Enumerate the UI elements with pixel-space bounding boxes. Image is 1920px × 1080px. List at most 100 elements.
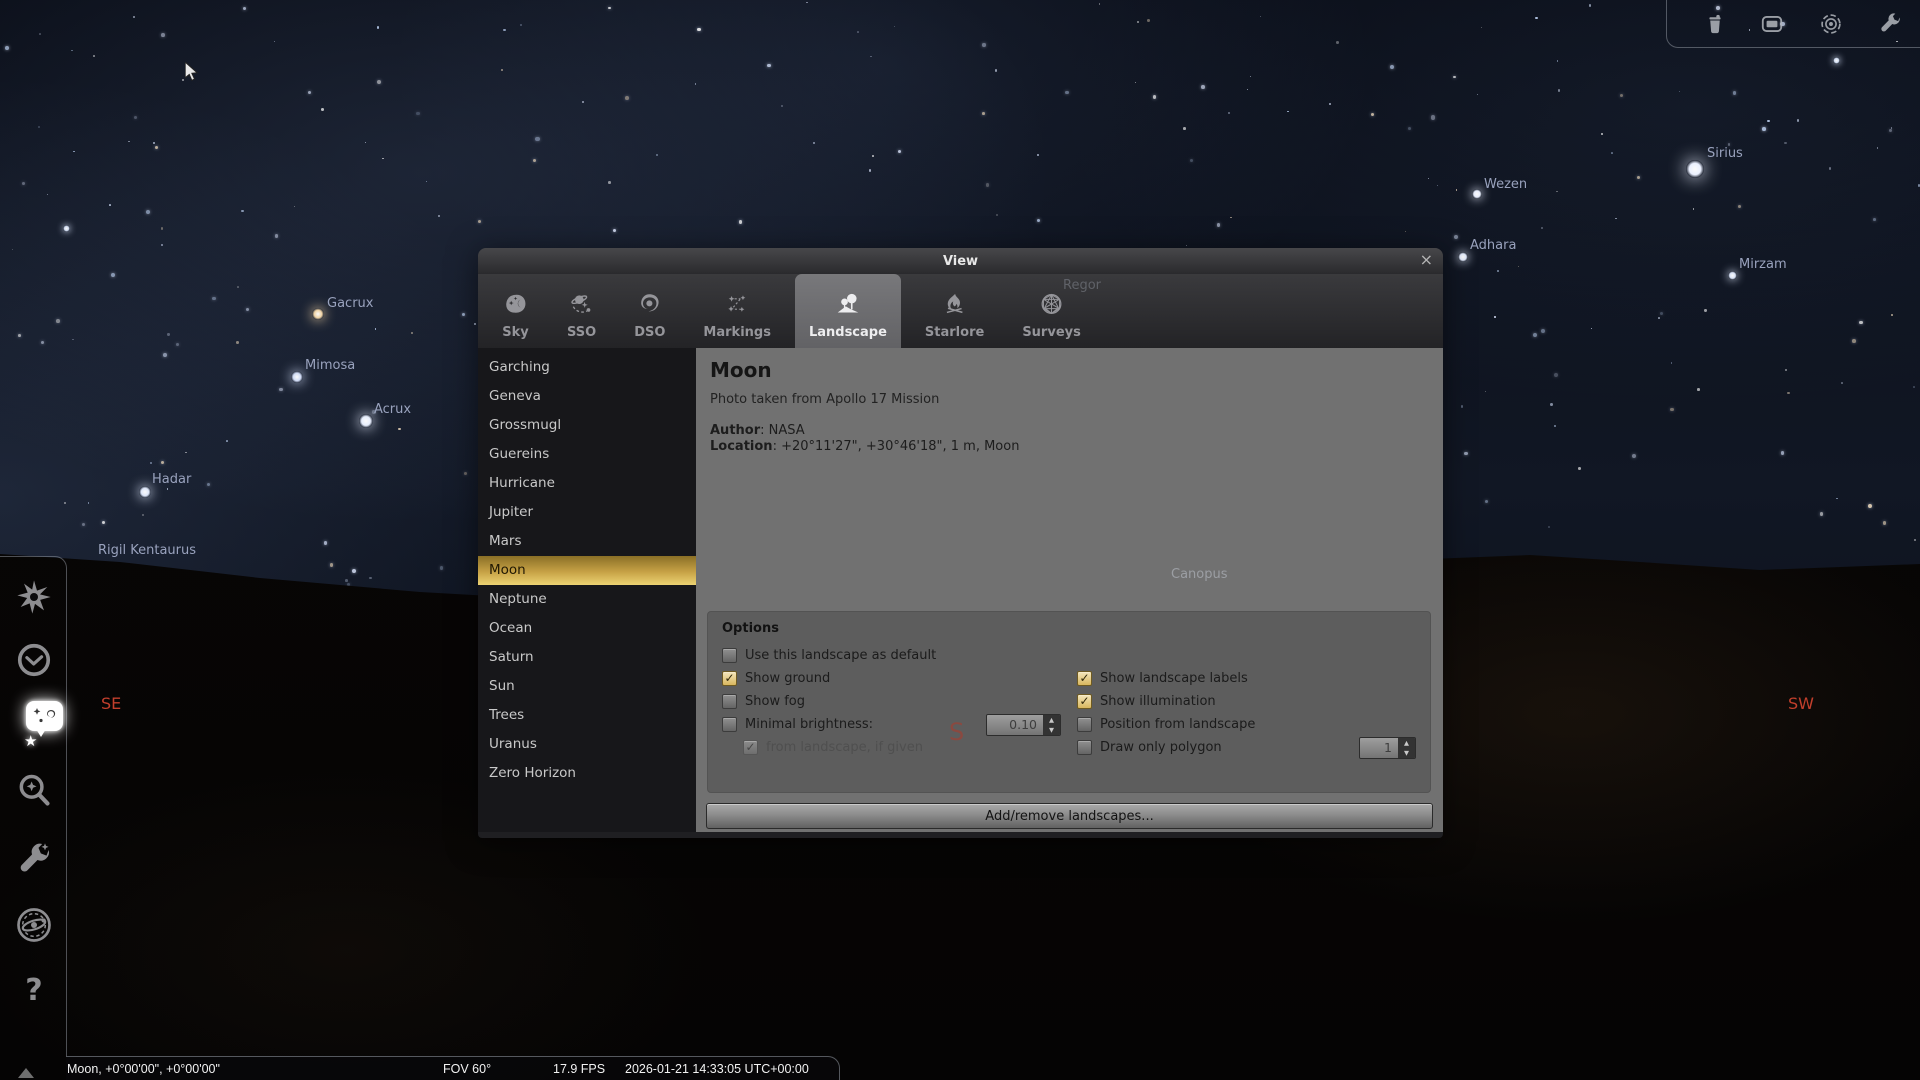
star-label-mimosa: Mimosa bbox=[305, 358, 355, 373]
spin-up-arrow[interactable]: ▲ bbox=[1043, 715, 1060, 725]
options-groupbox: Options Use this landscape as default✓Sh… bbox=[707, 611, 1431, 793]
checkbox-from-landscape-if-given: ✓ bbox=[743, 740, 758, 755]
option-row-draw-only-polygon: Draw only polygon 1▲▼ bbox=[1077, 736, 1416, 759]
checkbox-label-minimal-brightness[interactable]: Minimal brightness: bbox=[745, 717, 873, 732]
landscape-author: Author: NASA bbox=[710, 423, 1429, 439]
landscape-item-hurricane[interactable]: Hurricane bbox=[478, 469, 696, 498]
option-row-from-landscape-if-given: ✓ from landscape, if given bbox=[722, 736, 1061, 759]
dialog-title: View bbox=[943, 254, 978, 269]
spin-up-arrow[interactable]: ▲ bbox=[1398, 738, 1415, 748]
dso-icon bbox=[636, 287, 663, 321]
star-label-wezen: Wezen bbox=[1484, 177, 1527, 192]
checkbox-show-ground[interactable]: ✓ bbox=[722, 671, 737, 686]
landscape-item-garching[interactable]: Garching bbox=[478, 353, 696, 382]
landscape-item-geneva[interactable]: Geneva bbox=[478, 382, 696, 411]
starlore-icon bbox=[941, 287, 968, 321]
option-row-position-from-landscape: Position from landscape bbox=[1077, 713, 1416, 736]
bright-star bbox=[1458, 252, 1468, 262]
checkbox-label-position-from-landscape[interactable]: Position from landscape bbox=[1100, 717, 1255, 732]
screen-icon[interactable] bbox=[1755, 7, 1789, 41]
checkbox-position-from-landscape[interactable] bbox=[1077, 717, 1092, 732]
checkbox-use-this-landscape-as-default[interactable] bbox=[722, 648, 737, 663]
spin-value[interactable]: 0.10 bbox=[987, 715, 1043, 735]
markings-icon bbox=[723, 287, 751, 321]
star-label-acrux: Acrux bbox=[374, 402, 411, 417]
tab-landscape[interactable]: Landscape bbox=[795, 274, 901, 348]
astronomical-calculations-icon[interactable] bbox=[12, 903, 56, 947]
spin-value[interactable]: 1 bbox=[1360, 738, 1398, 758]
landscape-item-moon[interactable]: Moon bbox=[478, 556, 696, 585]
target-icon[interactable] bbox=[1814, 7, 1848, 41]
surveys-icon bbox=[1038, 287, 1065, 321]
landscape-item-zero-horizon[interactable]: Zero Horizon bbox=[478, 759, 696, 788]
landscape-item-neptune[interactable]: Neptune bbox=[478, 585, 696, 614]
checkbox-label-use-this-landscape-as-default[interactable]: Use this landscape as default bbox=[745, 648, 936, 663]
datetime-window-icon[interactable] bbox=[12, 638, 56, 682]
spinbox-minimal-brightness[interactable]: 0.10▲▼ bbox=[986, 714, 1061, 736]
tab-dso[interactable]: DSO bbox=[620, 274, 679, 348]
configuration-window-icon[interactable] bbox=[12, 838, 56, 882]
location-window-icon[interactable] bbox=[12, 575, 56, 619]
tab-sso[interactable]: SSO bbox=[553, 274, 610, 348]
landscape-title: Moon bbox=[710, 358, 1429, 382]
cardinal-label-sw: SW bbox=[1788, 694, 1814, 713]
view-window-icon[interactable]: ★ bbox=[26, 701, 63, 731]
landscape-item-trees[interactable]: Trees bbox=[478, 701, 696, 730]
help-window-icon[interactable]: ? bbox=[12, 968, 56, 1012]
checkbox-label-draw-only-polygon[interactable]: Draw only polygon bbox=[1100, 740, 1222, 755]
options-column-right: ✓ Show landscape labels ✓ Show illumination… bbox=[1077, 644, 1416, 759]
checkbox-minimal-brightness[interactable] bbox=[722, 717, 737, 732]
bright-star bbox=[359, 414, 373, 428]
spinbox-draw-only-polygon[interactable]: 1▲▼ bbox=[1359, 737, 1416, 759]
sso-icon bbox=[568, 287, 596, 321]
landscape-item-mars[interactable]: Mars bbox=[478, 527, 696, 556]
tab-starlore[interactable]: Starlore bbox=[911, 274, 998, 348]
option-row-use-this-landscape-as-default: Use this landscape as default bbox=[722, 644, 1061, 667]
landscape-item-ocean[interactable]: Ocean bbox=[478, 614, 696, 643]
toolbar-collapse-handle[interactable] bbox=[18, 1068, 34, 1078]
landscape-item-guereins[interactable]: Guereins bbox=[478, 440, 696, 469]
datetime-indicator: 2026-01-21 14:33:05 UTC+00:00 bbox=[625, 1062, 809, 1076]
checkbox-draw-only-polygon[interactable] bbox=[1077, 740, 1092, 755]
landscape-content: Moon Photo taken from Apollo 17 Mission … bbox=[696, 348, 1443, 832]
add-remove-landscapes-button[interactable]: Add/remove landscapes... bbox=[706, 803, 1433, 829]
star-label-mirzam: Mirzam bbox=[1739, 257, 1787, 272]
spin-down-arrow[interactable]: ▼ bbox=[1398, 748, 1415, 758]
checkbox-label-from-landscape-if-given: from landscape, if given bbox=[766, 740, 923, 755]
landscape-item-sun[interactable]: Sun bbox=[478, 672, 696, 701]
tab-sky[interactable]: Sky bbox=[488, 274, 543, 348]
landscape-item-jupiter[interactable]: Jupiter bbox=[478, 498, 696, 527]
landscape-item-uranus[interactable]: Uranus bbox=[478, 730, 696, 759]
fps-indicator: 17.9 FPS bbox=[553, 1062, 605, 1076]
landscape-item-grossmugl[interactable]: Grossmugl bbox=[478, 411, 696, 440]
sky-icon bbox=[502, 287, 529, 321]
tab-surveys[interactable]: Surveys bbox=[1008, 274, 1095, 348]
bright-star bbox=[312, 308, 324, 320]
tab-markings[interactable]: Markings bbox=[689, 274, 785, 348]
dialog-titlebar[interactable]: View × bbox=[478, 248, 1443, 274]
landscape-description-area: Moon Photo taken from Apollo 17 Mission … bbox=[696, 348, 1443, 462]
trash-icon[interactable] bbox=[1698, 7, 1732, 41]
spin-down-arrow[interactable]: ▼ bbox=[1043, 725, 1060, 735]
bright-star bbox=[1833, 57, 1840, 64]
landscape-item-saturn[interactable]: Saturn bbox=[478, 643, 696, 672]
checkbox-label-show-landscape-labels[interactable]: Show landscape labels bbox=[1100, 671, 1248, 686]
checkbox-label-show-illumination[interactable]: Show illumination bbox=[1100, 694, 1216, 709]
star-label-adhara: Adhara bbox=[1470, 238, 1516, 253]
close-icon[interactable]: × bbox=[1420, 251, 1433, 269]
option-row-show-landscape-labels: ✓ Show landscape labels bbox=[1077, 667, 1416, 690]
wrench-icon[interactable] bbox=[1873, 7, 1907, 41]
search-window-icon[interactable] bbox=[12, 768, 56, 812]
checkbox-label-show-ground[interactable]: Show ground bbox=[745, 671, 830, 686]
bright-star bbox=[1686, 160, 1704, 178]
checkbox-show-fog[interactable] bbox=[722, 694, 737, 709]
active-star-icon: ★ bbox=[24, 732, 37, 750]
option-row-show-fog: Show fog bbox=[722, 690, 1061, 713]
checkbox-show-illumination[interactable]: ✓ bbox=[1077, 694, 1092, 709]
option-row-minimal-brightness: Minimal brightness: 0.10▲▼ bbox=[722, 713, 1061, 736]
landscape-location: Location: +20°11'27", +30°46'18", 1 m, M… bbox=[710, 439, 1429, 455]
dialog-body: GarchingGenevaGrossmuglGuereinsHurricane… bbox=[478, 348, 1443, 832]
bright-star bbox=[1728, 271, 1737, 280]
checkbox-label-show-fog[interactable]: Show fog bbox=[745, 694, 805, 709]
checkbox-show-landscape-labels[interactable]: ✓ bbox=[1077, 671, 1092, 686]
